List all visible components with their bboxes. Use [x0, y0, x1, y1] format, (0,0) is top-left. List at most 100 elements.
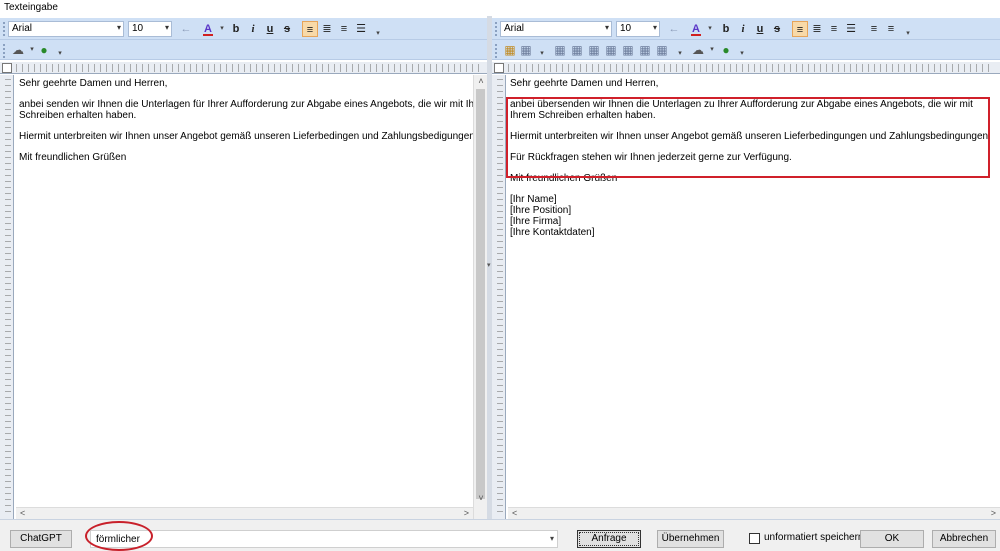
left-format-toolbar: Arial ▾ 10 ▾ ← A ▾ b i u s ≡ ≣ ≡ ☰ ▾ [0, 18, 487, 40]
justify-button[interactable]: ☰ [843, 21, 859, 37]
right-format-toolbar: Arial ▾ 10 ▾ ← A ▾ b i u s ≡ ≣ ≡ ☰ ≡ ≡ ▾ [492, 18, 1000, 40]
bold-button[interactable]: b [228, 21, 244, 37]
doc-paragraph: anbei senden wir Ihnen die Unterlagen fü… [19, 99, 487, 110]
signature-line: [Ihre Kontaktdaten] [510, 227, 595, 238]
back-arrow-icon[interactable]: ← [178, 21, 194, 37]
chevron-down-icon[interactable]: ▾ [550, 534, 554, 543]
right-font-size-select[interactable]: 10 ▾ [616, 21, 660, 37]
table-row-below-icon[interactable]: ▦ [586, 42, 602, 58]
italic-button[interactable]: i [735, 21, 751, 37]
left-font-name-select[interactable]: Arial ▾ [8, 21, 124, 37]
toolbar-overflow-icon[interactable]: ▾ [734, 46, 750, 62]
align-right-button[interactable]: ≡ [826, 21, 842, 37]
left-font-size-select[interactable]: 10 ▾ [128, 21, 172, 37]
italic-button[interactable]: i [245, 21, 261, 37]
left-document-area[interactable]: Sehr geehrte Damen und Herren, anbei sen… [16, 75, 487, 507]
left-horizontal-ruler [0, 62, 487, 74]
strikethrough-button[interactable]: s [769, 21, 785, 37]
prompt-input[interactable]: förmlicher ▾ [90, 530, 558, 548]
chevron-down-icon: ▾ [164, 23, 169, 32]
chevron-down-icon: ▾ [604, 23, 609, 32]
bold-button[interactable]: b [718, 21, 734, 37]
right-horizontal-scrollbar[interactable]: < > [508, 507, 1000, 519]
doc-paragraph: Schreiben erhalten haben. [19, 110, 137, 121]
font-size-value: 10 [132, 23, 144, 34]
scroll-left-icon[interactable]: < [512, 508, 517, 519]
unformatted-save-checkbox[interactable] [749, 533, 760, 544]
numbered-list-button[interactable]: ≡ [883, 21, 899, 37]
right-font-name-select[interactable]: Arial ▾ [500, 21, 612, 37]
toolbar-overflow-icon[interactable]: ▾ [672, 46, 688, 62]
align-right-button[interactable]: ≡ [336, 21, 352, 37]
font-name-value: Arial [504, 23, 525, 34]
scroll-thumb[interactable] [476, 89, 485, 499]
toolbar-grip[interactable] [495, 44, 499, 58]
toolbar-overflow-icon[interactable]: ▾ [52, 46, 68, 62]
right-extra-toolbar: ▦ ▦ ▾ ▦ ▦ ▦ ▦ ▦ ▦ ▦ ▾ ☁ ▾ ● ▾ [492, 40, 1000, 60]
right-editor-pane: Arial ▾ 10 ▾ ← A ▾ b i u s ≡ ≣ ≡ ☰ ≡ ≡ ▾… [492, 16, 1000, 519]
underline-button[interactable]: u [262, 21, 278, 37]
scroll-down-icon[interactable]: ˅ [474, 493, 488, 503]
toolbar-grip[interactable] [3, 22, 7, 36]
strikethrough-button[interactable]: s [279, 21, 295, 37]
align-center-button[interactable]: ≣ [319, 21, 335, 37]
unformatted-save-label: unformatiert speichern [764, 532, 864, 543]
doc-paragraph: Mit freundlichen Grüßen [19, 152, 127, 163]
underline-button[interactable]: u [752, 21, 768, 37]
align-left-button[interactable]: ≡ [792, 21, 808, 37]
apply-button[interactable]: Übernehmen [657, 530, 724, 548]
chevron-down-icon: ▾ [652, 23, 657, 32]
back-arrow-icon[interactable]: ← [666, 21, 682, 37]
table-row-above-icon[interactable]: ▦ [569, 42, 585, 58]
doc-paragraph: Hiermit unterbreiten wir Ihnen unser Ang… [19, 131, 478, 142]
annotation-highlight-box [506, 97, 990, 178]
bullet-list-button[interactable]: ≡ [866, 21, 882, 37]
right-vertical-ruler [492, 75, 506, 519]
ruler-corner[interactable] [2, 63, 12, 73]
request-button[interactable]: Anfrage [577, 530, 641, 548]
table-delete-row-icon[interactable]: ▦ [637, 42, 653, 58]
align-center-button[interactable]: ≣ [809, 21, 825, 37]
cancel-button[interactable]: Abbrechen [932, 530, 996, 548]
ruler-corner[interactable] [494, 63, 504, 73]
font-size-value: 10 [620, 23, 632, 34]
scroll-right-icon[interactable]: > [991, 508, 996, 519]
signature-line: [Ihre Position] [510, 205, 572, 216]
left-vertical-ruler [0, 75, 14, 519]
font-color-dropdown-icon[interactable]: ▾ [702, 21, 718, 37]
ruler-marks [5, 79, 11, 515]
insert-image-icon[interactable]: ▦ [502, 42, 518, 58]
left-vertical-scrollbar[interactable]: ˄ ˅ [473, 75, 487, 519]
globe-icon[interactable]: ● [36, 42, 52, 58]
right-horizontal-ruler [492, 62, 1000, 74]
doc-paragraph: Sehr geehrte Damen und Herren, [19, 78, 168, 89]
globe-icon[interactable]: ● [718, 42, 734, 58]
ruler-marks [508, 64, 994, 72]
doc-paragraph: Sehr geehrte Damen und Herren, [510, 78, 659, 89]
ok-button[interactable]: OK [860, 530, 924, 548]
window-titlebar: Texteingabe [0, 0, 1000, 16]
splitter-grip-icon: ▾ [487, 262, 491, 269]
table-column-right-icon[interactable]: ▦ [620, 42, 636, 58]
table-delete-column-icon[interactable]: ▦ [654, 42, 670, 58]
annotation-highlight-ellipse [85, 521, 153, 551]
ruler-marks [497, 79, 503, 515]
scroll-right-icon[interactable]: > [464, 508, 469, 519]
chatgpt-button[interactable]: ChatGPT [10, 530, 72, 548]
justify-button[interactable]: ☰ [353, 21, 369, 37]
left-horizontal-scrollbar[interactable]: < > [16, 507, 473, 519]
signature-line: [Ihre Firma] [510, 216, 562, 227]
toolbar-overflow-icon[interactable]: ▾ [534, 46, 550, 62]
align-left-button[interactable]: ≡ [302, 21, 318, 37]
chevron-down-icon: ▾ [116, 23, 121, 32]
insert-frame-icon[interactable]: ▦ [518, 42, 534, 58]
font-name-value: Arial [12, 23, 33, 34]
ruler-marks [16, 64, 481, 72]
table-column-left-icon[interactable]: ▦ [603, 42, 619, 58]
toolbar-grip[interactable] [3, 44, 7, 58]
insert-table-icon[interactable]: ▦ [552, 42, 568, 58]
scroll-left-icon[interactable]: < [20, 508, 25, 519]
toolbar-grip[interactable] [495, 22, 499, 36]
scroll-up-icon[interactable]: ˄ [474, 76, 488, 86]
left-extra-toolbar: ☁ ▾ ● ▾ [0, 40, 487, 60]
